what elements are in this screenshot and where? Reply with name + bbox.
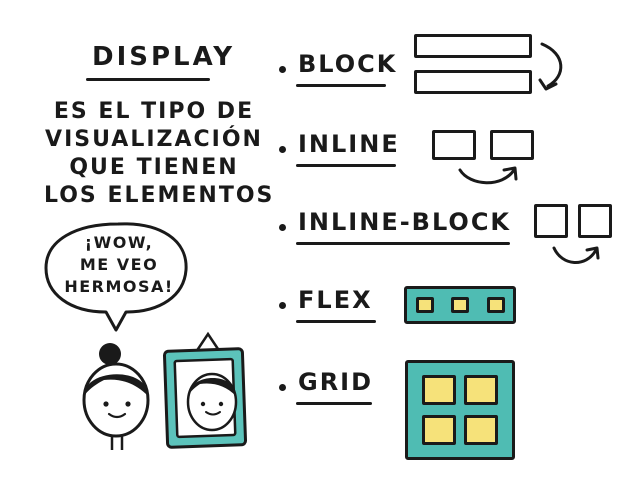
flex-item: [416, 297, 434, 313]
term-flex: FLEX: [298, 286, 373, 314]
inline-block-arrow-icon: [552, 246, 600, 264]
term-grid: GRID: [298, 368, 374, 396]
term-underline: [296, 402, 372, 405]
bullet-dot: [279, 302, 286, 309]
flex-item: [487, 297, 505, 313]
term-underline: [296, 320, 376, 323]
flex-item: [451, 297, 469, 313]
bullet-dot: [279, 384, 286, 391]
grid-item: [422, 415, 456, 445]
grid-item: [464, 375, 498, 405]
grid-item: [464, 415, 498, 445]
grid-item: [422, 375, 456, 405]
flex-container-illustration: [404, 286, 516, 324]
grid-container-illustration: [405, 360, 515, 460]
